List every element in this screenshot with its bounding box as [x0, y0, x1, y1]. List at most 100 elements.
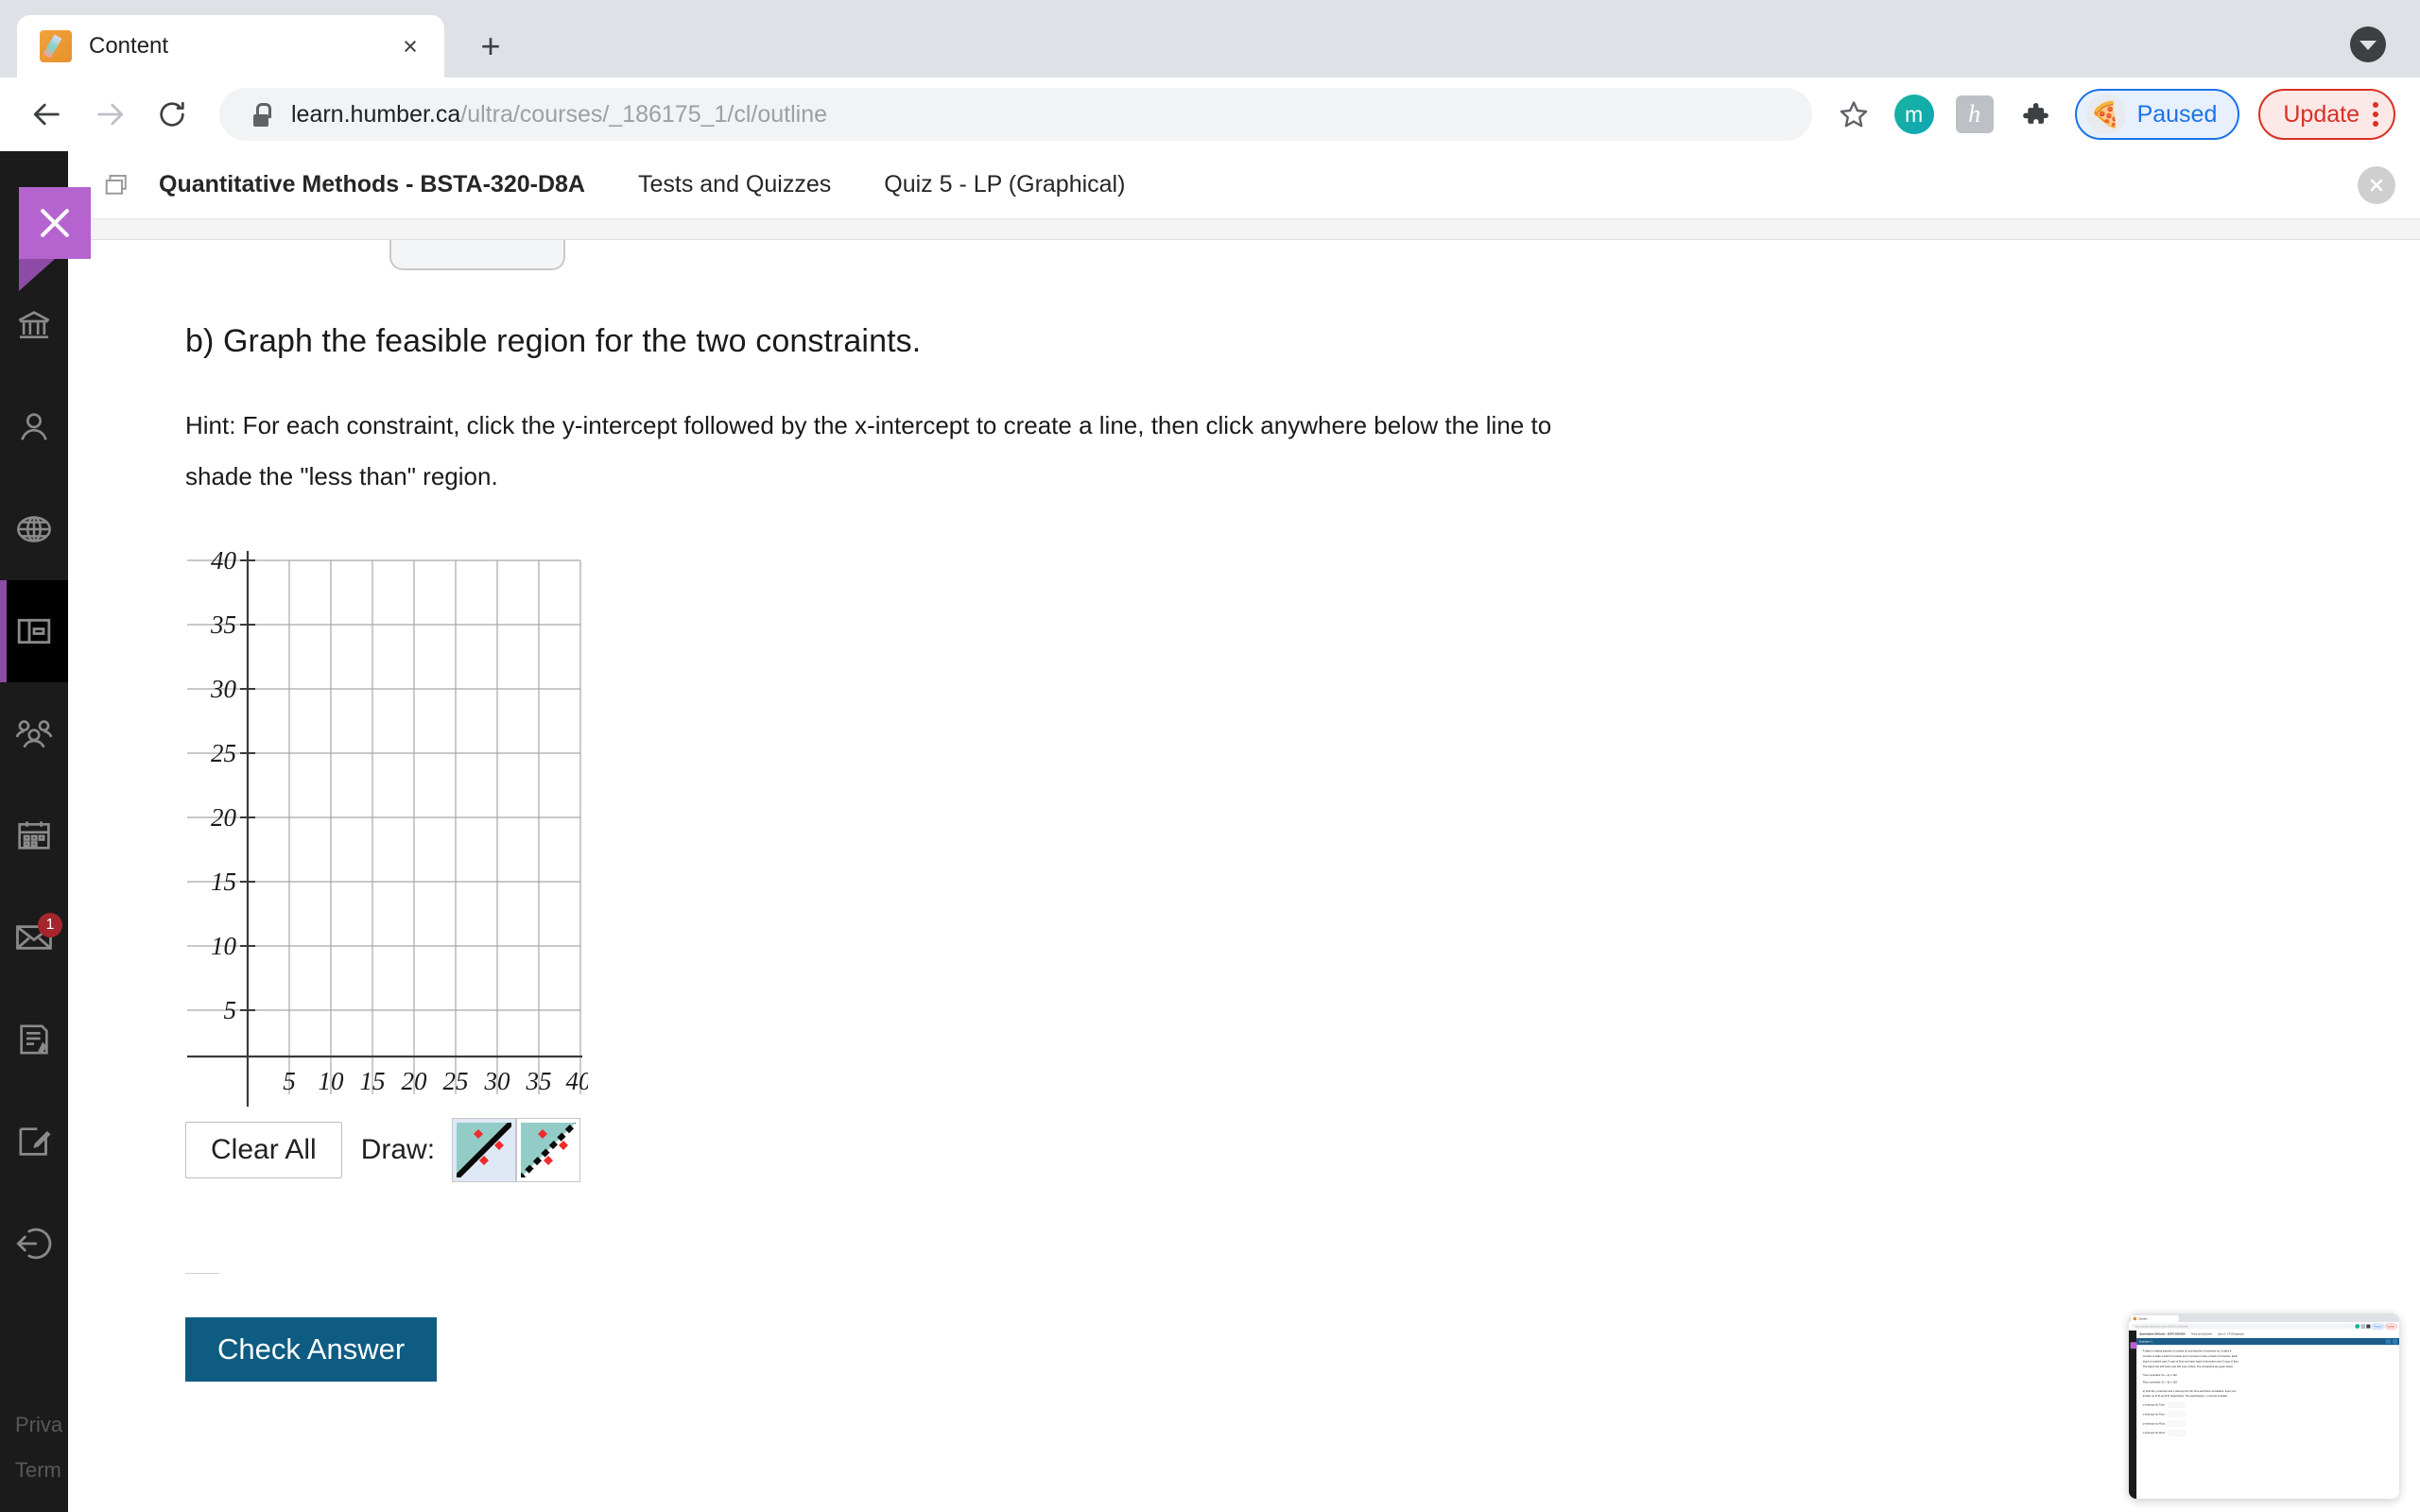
- y-tick-label: 35: [210, 610, 236, 639]
- update-button[interactable]: Update: [2258, 89, 2395, 140]
- y-tick-label: 40: [211, 546, 237, 575]
- close-sidebar-button[interactable]: [19, 187, 91, 291]
- right-edge-clip: [588, 1066, 626, 1104]
- graph-toolbar: Clear All Draw:: [185, 1118, 2420, 1182]
- puzzle-piece-icon[interactable]: [2009, 88, 2062, 141]
- dashed-line-region-tool[interactable]: [516, 1118, 581, 1182]
- preview-tab-title: Content: [2138, 1316, 2148, 1320]
- close-icon[interactable]: ×: [393, 29, 427, 63]
- toolbar-icons: m h 🍕 Paused Update: [1827, 88, 2395, 141]
- sidebar-item-organizations[interactable]: [0, 682, 68, 784]
- preview-avatar: [2355, 1324, 2360, 1330]
- axes: [187, 551, 582, 1107]
- clear-all-button[interactable]: Clear All: [185, 1122, 342, 1178]
- y-tick-label: 30: [210, 675, 237, 703]
- preview-question-text: A baker is baking batches of cookies (x)…: [2136, 1345, 2399, 1439]
- x-tick-label: 30: [484, 1067, 511, 1095]
- preview-field-row: y-intercept for Time:: [2143, 1401, 2394, 1408]
- breadcrumb-course[interactable]: Quantitative Methods - BSTA-320-D8A: [159, 171, 585, 198]
- faint-divider: [185, 1273, 219, 1274]
- page-body: 1 Priva Term Quantitative Methods - BSTA…: [0, 151, 2420, 1512]
- browser-tab-content[interactable]: Content ×: [17, 15, 444, 77]
- breadcrumb-quiz[interactable]: Quiz 5 - LP (Graphical): [884, 171, 1125, 198]
- sidebar-item-tools[interactable]: [0, 1091, 68, 1193]
- preview-question-bar: Question 1: [2136, 1337, 2399, 1346]
- preview-nav-square: [2393, 1339, 2398, 1345]
- extension-h-icon[interactable]: h: [1948, 88, 2001, 141]
- preview-close-sidebar: [2130, 1342, 2137, 1349]
- graphing-canvas[interactable]: 40 35 30 25 20 15 10 5 5 10 15 20 25 30 …: [185, 541, 771, 1108]
- browser-window: Content × + learn.humber.ca/ultra/course…: [0, 0, 2420, 1512]
- forward-arrow-icon[interactable]: [81, 86, 138, 143]
- preview-ext-h-icon: [2360, 1324, 2366, 1330]
- x-tick-label: 10: [319, 1067, 345, 1095]
- solid-line-region-tool[interactable]: [452, 1118, 517, 1182]
- preview-body: Quantitative Methods - BSTA-320-D8A Test…: [2129, 1330, 2399, 1499]
- messages-badge: 1: [38, 913, 62, 937]
- y-tick-label: 15: [211, 868, 236, 896]
- reload-icon[interactable]: [144, 86, 200, 143]
- pizza-paused-extension[interactable]: 🍕 Paused: [2074, 89, 2240, 140]
- x-tick-label: 20: [402, 1067, 428, 1095]
- close-icon[interactable]: [2358, 165, 2395, 204]
- question-scroll-area: b) Graph the feasible region for the two…: [68, 240, 2420, 1382]
- paused-label: Paused: [2136, 100, 2218, 128]
- preview-field-row: x-intercept for Time:: [2142, 1411, 2394, 1418]
- preview-content: Content learn.humber.ca/ultra/courses/_1…: [2129, 1314, 2399, 1499]
- browser-toolbar: learn.humber.ca/ultra/courses/_186175_1/…: [0, 77, 2420, 151]
- sidebar-item-sign-out[interactable]: [0, 1193, 68, 1295]
- lock-icon: [251, 102, 271, 127]
- preview-course: Quantitative Methods - BSTA-320-D8A: [2139, 1332, 2186, 1336]
- x-tick-label: 25: [443, 1067, 469, 1095]
- y-tick-label: 10: [211, 932, 237, 960]
- sidebar-item-grades[interactable]: [0, 988, 68, 1091]
- kebab-menu-icon[interactable]: [2373, 102, 2378, 127]
- chevron-down-icon[interactable]: [2350, 26, 2386, 62]
- draw-label: Draw:: [360, 1134, 436, 1165]
- check-answer-button[interactable]: Check Answer: [185, 1317, 438, 1382]
- preview-crumb-2: Quiz 5 - LP (Graphical): [2218, 1332, 2244, 1336]
- preview-field-label: x-intercept for Time:: [2142, 1413, 2166, 1417]
- breadcrumb-tests-quizzes[interactable]: Tests and Quizzes: [638, 171, 831, 198]
- preview-update-pill: Update: [2384, 1323, 2397, 1330]
- pizza-icon: 🍕: [2085, 94, 2126, 134]
- update-label: Update: [2283, 100, 2360, 128]
- hint-text: Hint: For each constraint, click the y-i…: [185, 411, 1552, 490]
- preview-field-row: x-intercept for Flour:: [2142, 1430, 2394, 1436]
- star-icon[interactable]: [1827, 88, 1880, 141]
- preview-sidebar: [2129, 1330, 2137, 1499]
- preview-field-row: y-intercept for Flour:: [2142, 1420, 2394, 1427]
- preview-field-label: x-intercept for Flour:: [2142, 1431, 2166, 1435]
- sidebar-item-messages[interactable]: 1: [0, 886, 68, 988]
- coordinate-grid[interactable]: 40 35 30 25 20 15 10 5 5 10 15 20 25 30 …: [185, 541, 771, 1108]
- back-arrow-icon[interactable]: [19, 86, 76, 143]
- tab-strip: Content × +: [0, 0, 2420, 77]
- preview-input: [2168, 1411, 2186, 1418]
- window-panel-icon: [95, 171, 140, 199]
- preview-field-label: y-intercept for Flour:: [2142, 1422, 2166, 1426]
- profile-avatar[interactable]: m: [1888, 88, 1941, 141]
- sidebar-item-calendar[interactable]: [0, 784, 68, 886]
- preview-url: learn.humber.ca/ultra/courses/_186175_1/…: [2131, 1323, 2355, 1330]
- address-bar[interactable]: learn.humber.ca/ultra/courses/_186175_1/…: [219, 88, 1812, 141]
- preview-header: Quantitative Methods - BSTA-320-D8A Test…: [2136, 1331, 2399, 1338]
- sidebar-item-profile[interactable]: [0, 376, 68, 478]
- sidebar-item-courses[interactable]: [0, 580, 68, 682]
- preview-input: [2168, 1401, 2186, 1408]
- y-tick-label: 5: [224, 996, 237, 1024]
- avatar: m: [1893, 94, 1934, 134]
- app-header: Quantitative Methods - BSTA-320-D8A Test…: [68, 151, 2420, 219]
- preview-tab: Content: [2131, 1314, 2179, 1323]
- page-preview-thumbnail[interactable]: Content learn.humber.ca/ultra/courses/_1…: [2129, 1314, 2399, 1499]
- preview-line: The baker has 120 hours and 120 cups of …: [2142, 1365, 2234, 1368]
- preview-flour-constraint: Flour constraint: 5x + 5y ≤ 120: [2142, 1381, 2177, 1384]
- x-tick-label: 35: [526, 1067, 552, 1095]
- clipped-answer-input[interactable]: [389, 240, 565, 270]
- preview-part-a2: answer as (0,#) as (#,0) respectively. T…: [2142, 1394, 2228, 1398]
- preview-input: [2168, 1430, 2186, 1436]
- preview-crumb-1: Tests and Quizzes: [2190, 1332, 2212, 1336]
- sidebar-item-activity-stream[interactable]: [0, 478, 68, 580]
- preview-main: Quantitative Methods - BSTA-320-D8A Test…: [2136, 1330, 2399, 1499]
- preview-tabstrip: Content: [2129, 1314, 2399, 1323]
- new-tab-button[interactable]: +: [465, 21, 516, 72]
